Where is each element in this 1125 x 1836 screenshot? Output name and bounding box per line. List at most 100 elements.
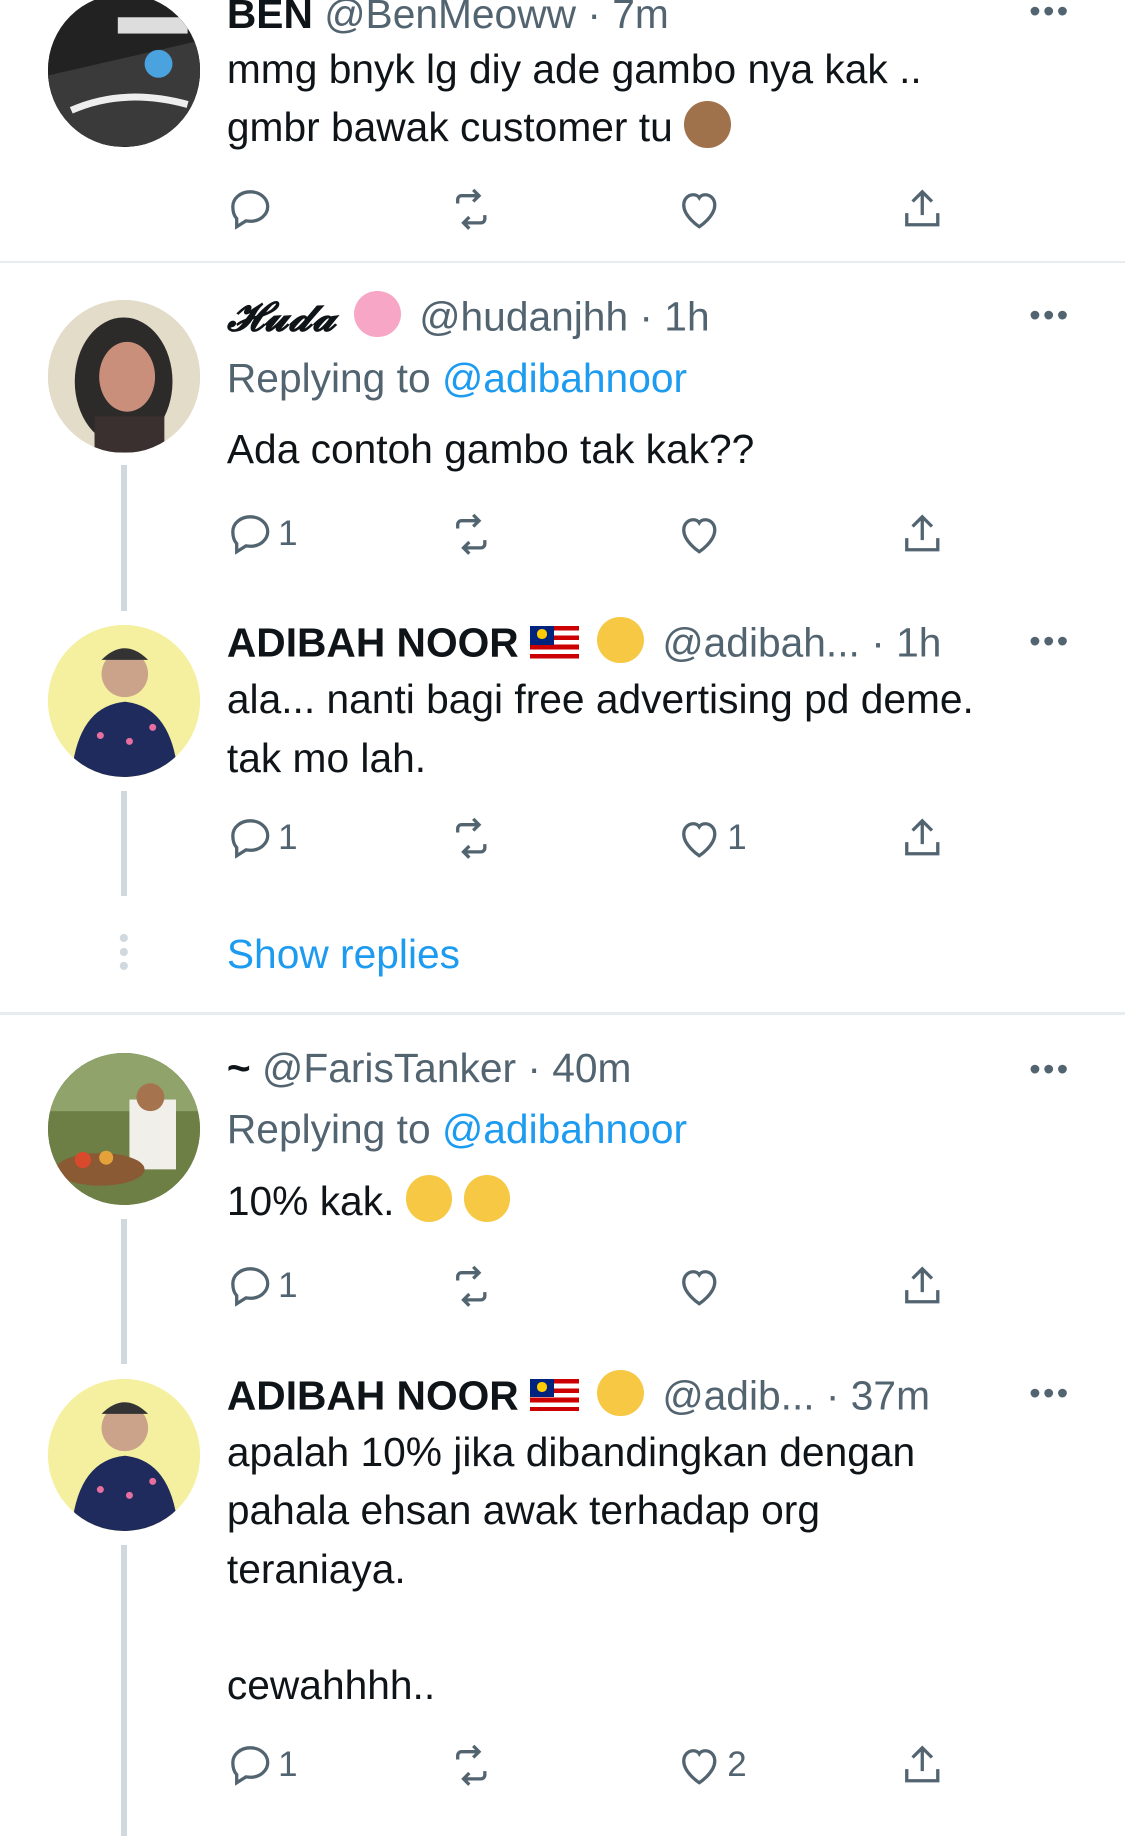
like-button[interactable]: 1 xyxy=(676,809,747,867)
like-count: 1 xyxy=(727,817,747,857)
share-icon xyxy=(905,514,940,552)
user-handle[interactable]: @adibah... xyxy=(662,619,860,665)
reply-icon xyxy=(231,514,270,555)
reply-icon xyxy=(231,818,270,859)
reply-button[interactable]: 1 xyxy=(227,809,298,867)
replying-to: Replying to @adibahnoor xyxy=(227,1105,1073,1154)
display-name[interactable]: 𝓗𝓾𝓭𝓪 xyxy=(227,292,336,340)
display-name[interactable]: ADIBAH NOOR xyxy=(227,1372,519,1418)
retweet-button[interactable] xyxy=(448,1736,495,1794)
heart-icon xyxy=(682,1748,717,1785)
reply-icon xyxy=(231,190,270,230)
timestamp[interactable]: · 1h xyxy=(871,619,941,665)
reply-icon xyxy=(231,1746,270,1786)
thread-line xyxy=(121,1219,127,1364)
share-button[interactable] xyxy=(899,180,946,238)
tweet-text-body: mmg bnyk lg diy ade gambo nya kak .. gmb… xyxy=(226,45,922,150)
tweet-actions xyxy=(227,180,972,238)
thread-line xyxy=(121,465,127,611)
avatar[interactable] xyxy=(47,1378,201,1532)
like-count: 2 xyxy=(727,1745,747,1785)
user-handle[interactable]: @BenMeoww xyxy=(324,0,576,37)
user-handle[interactable]: @FarisTanker xyxy=(262,1045,516,1091)
replying-to: Replying to @adibahnoor xyxy=(227,354,1073,403)
reply-count: 1 xyxy=(278,817,298,857)
timestamp[interactable]: · 7m xyxy=(587,0,668,37)
blossom-emoji xyxy=(354,290,401,338)
reply-button[interactable]: 1 xyxy=(227,1257,298,1315)
thread-line xyxy=(121,791,127,896)
more-options-icon[interactable]: ••• xyxy=(1029,1051,1070,1088)
share-icon xyxy=(905,1265,940,1303)
share-button[interactable] xyxy=(899,505,946,563)
reply-button[interactable]: 1 xyxy=(227,1736,298,1794)
share-button[interactable] xyxy=(899,1257,946,1315)
heart-icon xyxy=(682,517,717,554)
retweet-button[interactable] xyxy=(448,505,495,563)
share-icon xyxy=(905,189,940,227)
reply-count: 1 xyxy=(278,1265,298,1305)
display-name[interactable]: BEN xyxy=(227,0,313,37)
retweet-icon xyxy=(456,1265,487,1307)
avatar[interactable] xyxy=(47,1053,201,1206)
retweet-icon xyxy=(456,817,487,859)
tweet-text: mmg bnyk lg diy ade gambo nya kak .. gmb… xyxy=(227,40,1073,156)
tweet-actions: 1 2 xyxy=(227,1736,972,1794)
tweet-text: Ada contoh gambo tak kak?? xyxy=(226,426,755,473)
like-button[interactable]: 2 xyxy=(676,1736,747,1794)
retweet-icon xyxy=(456,188,487,230)
more-options-icon[interactable]: ••• xyxy=(1029,623,1070,660)
smirk-cat-emoji xyxy=(597,1369,645,1417)
display-name[interactable]: ADIBAH NOOR xyxy=(227,619,519,665)
reply-button[interactable] xyxy=(227,180,278,238)
retweet-button[interactable] xyxy=(448,809,495,867)
retweet-button[interactable] xyxy=(448,180,495,238)
share-icon xyxy=(905,1745,940,1783)
share-button[interactable] xyxy=(899,809,946,867)
mention-link[interactable]: @adibahnoor xyxy=(442,355,687,401)
retweet-icon xyxy=(456,1744,487,1786)
avatar[interactable] xyxy=(47,0,201,147)
monkey-emoji xyxy=(684,101,731,148)
shushing-face-emoji xyxy=(405,1175,453,1222)
retweet-icon xyxy=(456,513,487,555)
avatar[interactable] xyxy=(47,300,201,453)
more-options-icon[interactable]: ••• xyxy=(1029,297,1070,334)
more-options-icon[interactable]: ••• xyxy=(1029,1375,1070,1412)
share-button[interactable] xyxy=(899,1736,946,1794)
reply-icon xyxy=(231,1266,270,1307)
timestamp[interactable]: · 37m xyxy=(826,1372,930,1418)
tweet-actions: 1 xyxy=(227,505,972,563)
divider xyxy=(0,1012,1125,1015)
avatar[interactable] xyxy=(47,624,201,778)
reply-button[interactable]: 1 xyxy=(227,505,298,563)
like-button[interactable] xyxy=(676,505,727,563)
tweet-header: BEN @BenMeoww · 7m xyxy=(227,0,1073,37)
user-handle[interactable]: @adib... xyxy=(662,1372,814,1418)
tweet-text-body: 10% kak. xyxy=(226,1177,395,1224)
tweet-text: 10% kak. xyxy=(227,1172,1073,1230)
display-name[interactable]: ~ xyxy=(227,1045,251,1091)
heart-icon xyxy=(682,193,717,229)
show-replies-link[interactable]: Show replies xyxy=(227,931,460,978)
tweet-text: ala... nanti bagi free advertising pd de… xyxy=(226,676,974,781)
tweet-actions: 1 1 xyxy=(227,809,972,867)
timestamp[interactable]: · 1h xyxy=(639,293,709,339)
retweet-button[interactable] xyxy=(448,1257,495,1315)
timestamp[interactable]: · 40m xyxy=(527,1045,631,1091)
smirk-cat-emoji xyxy=(597,616,645,664)
like-button[interactable] xyxy=(676,180,727,238)
like-button[interactable] xyxy=(676,1257,727,1315)
share-icon xyxy=(905,817,940,855)
rofl-emoji xyxy=(463,1175,511,1222)
user-handle[interactable]: @hudanjhh xyxy=(419,293,628,339)
mention-link[interactable]: @adibahnoor xyxy=(442,1106,687,1152)
more-options-icon[interactable]: ••• xyxy=(1029,0,1070,30)
heart-icon xyxy=(682,1269,717,1306)
replying-label: Replying to xyxy=(226,354,431,401)
tweet-actions: 1 xyxy=(227,1257,972,1315)
thread-dots-icon xyxy=(119,933,128,970)
reply-count: 1 xyxy=(278,514,298,554)
reply-count: 1 xyxy=(278,1745,298,1785)
thread-line xyxy=(121,1545,127,1836)
